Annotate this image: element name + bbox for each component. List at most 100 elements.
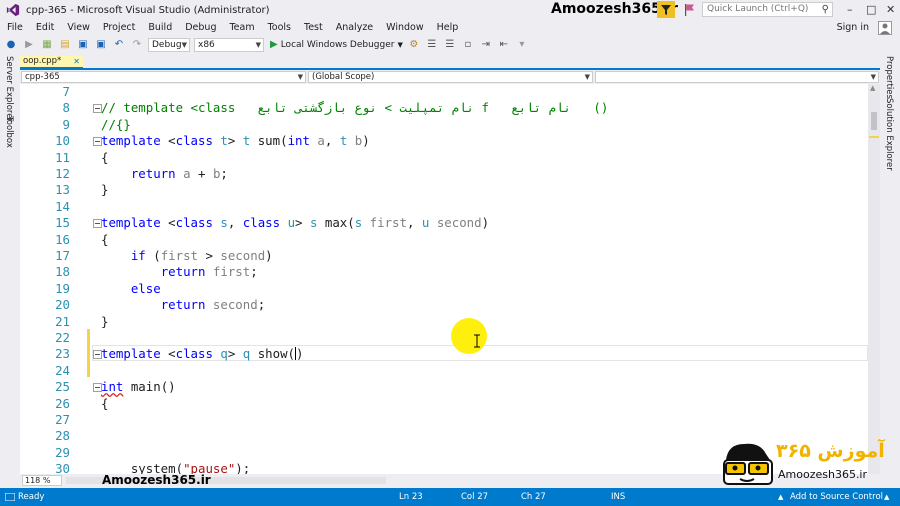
feedback-flag-icon[interactable] — [683, 3, 697, 17]
forward-icon[interactable]: ▶ — [22, 38, 36, 52]
code-line[interactable]: 11 { — [20, 150, 868, 166]
vertical-scrollbar[interactable]: ▲ — [868, 84, 880, 474]
code-line[interactable]: 20 return second; — [20, 297, 868, 313]
indent-icon[interactable]: ⇥ — [479, 38, 493, 52]
code-line[interactable]: 10 template <class t> t sum(int a, t b) — [20, 133, 868, 149]
member-select[interactable]: ▼ — [595, 71, 879, 83]
right-tool-strip: Properties Solution Explorer — [880, 54, 900, 488]
fold-toggle-icon[interactable] — [93, 104, 102, 114]
toolbox-tab[interactable]: Toolbox — [4, 116, 14, 148]
uncomment-icon[interactable]: ☰ — [443, 38, 457, 52]
code-line[interactable]: 26 { — [20, 396, 868, 412]
fold-toggle-icon[interactable] — [93, 219, 102, 229]
code-text: return a + b; — [130, 166, 228, 181]
menu-view[interactable]: View — [67, 22, 90, 33]
code-line[interactable]: 18 return first; — [20, 264, 868, 280]
chevron-down-icon: ▼ — [181, 40, 187, 49]
solution-explorer-tab[interactable]: Solution Explorer — [884, 98, 894, 171]
menu-file[interactable]: File — [7, 22, 23, 33]
fold-toggle-icon[interactable] — [93, 350, 102, 360]
code-line[interactable]: 17 if (first > second) — [20, 248, 868, 264]
menu-team[interactable]: Team — [229, 22, 254, 33]
change-marker — [869, 136, 879, 138]
footer-watermark: Amoozesh365.ir — [102, 473, 211, 487]
new-project-icon[interactable]: ▦ — [40, 38, 54, 52]
code-line[interactable]: 23 template <class q> q show() — [20, 346, 868, 362]
fold-toggle-icon[interactable] — [93, 137, 102, 147]
code-line[interactable]: 27 — [20, 412, 868, 428]
properties-tab[interactable]: Properties — [884, 56, 894, 99]
menu-tools[interactable]: Tools — [268, 22, 291, 33]
menu-project[interactable]: Project — [103, 22, 136, 33]
fold-toggle-icon[interactable] — [93, 383, 102, 393]
code-line[interactable]: 13} — [20, 182, 868, 198]
code-line[interactable]: 25 int main() — [20, 379, 868, 395]
redo-icon[interactable]: ↷ — [130, 38, 144, 52]
code-line[interactable]: 12 return a + b; — [20, 166, 868, 182]
code-line[interactable]: 19 else — [20, 281, 868, 297]
chevron-down-icon: ▼ — [584, 73, 590, 81]
sign-in-link[interactable]: Sign in — [837, 22, 869, 33]
minimize-icon[interactable]: – — [847, 3, 853, 16]
menu-edit[interactable]: Edit — [36, 22, 54, 33]
add-to-source-control-button[interactable]: Add to Source Control — [790, 492, 883, 502]
chevron-down-icon: ▼ — [255, 40, 261, 49]
code-line[interactable]: 8 // template <class نام تمپلیت > نوع باز… — [20, 100, 868, 116]
code-line[interactable]: 14 — [20, 199, 868, 215]
user-account-icon[interactable] — [878, 21, 892, 35]
line-number: 27 — [55, 412, 70, 427]
scrollbar-thumb[interactable] — [871, 112, 877, 130]
scroll-up-icon[interactable]: ▲ — [870, 84, 875, 92]
code-line[interactable]: 15 template <class s, class u> s max(s fi… — [20, 215, 868, 231]
bookmark-icon[interactable]: ▫ — [461, 38, 475, 52]
code-line[interactable]: 24 — [20, 363, 868, 379]
outdent-icon[interactable]: ⇤ — [497, 38, 511, 52]
window-title: cpp-365 - Microsoft Visual Studio (Admin… — [26, 4, 270, 16]
solution-configuration-select[interactable]: Debug ▼ — [148, 37, 190, 52]
code-text: template <class t> t sum(int a, t b) — [101, 133, 370, 149]
menu-help[interactable]: Help — [437, 22, 459, 33]
back-icon[interactable]: ● — [4, 38, 18, 52]
line-number: 9 — [62, 116, 70, 132]
notifications-filter-button[interactable] — [657, 1, 675, 18]
quick-launch-input[interactable]: Quick Launch (Ctrl+Q) ⚲ — [702, 2, 833, 17]
code-line[interactable]: 16 { — [20, 232, 868, 248]
line-number: 25 — [55, 379, 70, 395]
code-line[interactable]: 21} — [20, 314, 868, 330]
menu-window[interactable]: Window — [386, 22, 423, 33]
start-debugging-button[interactable]: ▶ Local Windows Debugger ▼ — [270, 39, 403, 50]
undo-icon[interactable]: ↶ — [112, 38, 126, 52]
solution-platform-select[interactable]: x86 ▼ — [194, 37, 264, 52]
code-text: { — [101, 149, 109, 165]
menu-debug[interactable]: Debug — [185, 22, 216, 33]
line-number: 15 — [55, 215, 70, 231]
code-text: else — [130, 280, 161, 296]
menu-build[interactable]: Build — [148, 22, 172, 33]
menu-test[interactable]: Test — [304, 22, 323, 33]
server-explorer-tab[interactable]: Server Explorer — [4, 56, 14, 122]
run-label: Local Windows Debugger — [280, 39, 395, 50]
project-select[interactable]: cpp-365 ▼ — [21, 71, 306, 83]
code-editor[interactable]: 7 8 // template <class نام تمپلیت > نوع با… — [20, 84, 868, 474]
open-file-icon[interactable]: ▤ — [58, 38, 72, 52]
close-icon[interactable]: ✕ — [886, 3, 895, 16]
maximize-icon[interactable]: □ — [866, 3, 876, 16]
chevron-up-icon[interactable]: ▲ — [884, 493, 889, 501]
scope-select[interactable]: (Global Scope) ▼ — [308, 71, 593, 83]
save-icon[interactable]: ▣ — [76, 38, 90, 52]
line-number: 8 — [62, 100, 70, 116]
browser-link-icon[interactable]: ⚙ — [407, 38, 421, 52]
toolbar-options-icon[interactable]: ▾ — [515, 38, 529, 52]
amoozesh365-logo: آموزش ۳۶۵ Amoozesh365.ir — [720, 438, 890, 486]
zoom-select[interactable]: 118 % — [22, 475, 62, 486]
line-number: 13 — [55, 182, 70, 198]
code-text: { — [101, 231, 109, 247]
close-tab-icon[interactable]: ✕ — [73, 56, 80, 67]
code-line[interactable]: 22 — [20, 330, 868, 346]
code-line[interactable]: 9 //{} — [20, 117, 868, 133]
save-all-icon[interactable]: ▣ — [94, 38, 108, 52]
code-text: return second; — [160, 297, 266, 313]
comment-icon[interactable]: ☰ — [425, 38, 439, 52]
code-line[interactable]: 7 — [20, 84, 868, 100]
menu-analyze[interactable]: Analyze — [336, 22, 373, 33]
